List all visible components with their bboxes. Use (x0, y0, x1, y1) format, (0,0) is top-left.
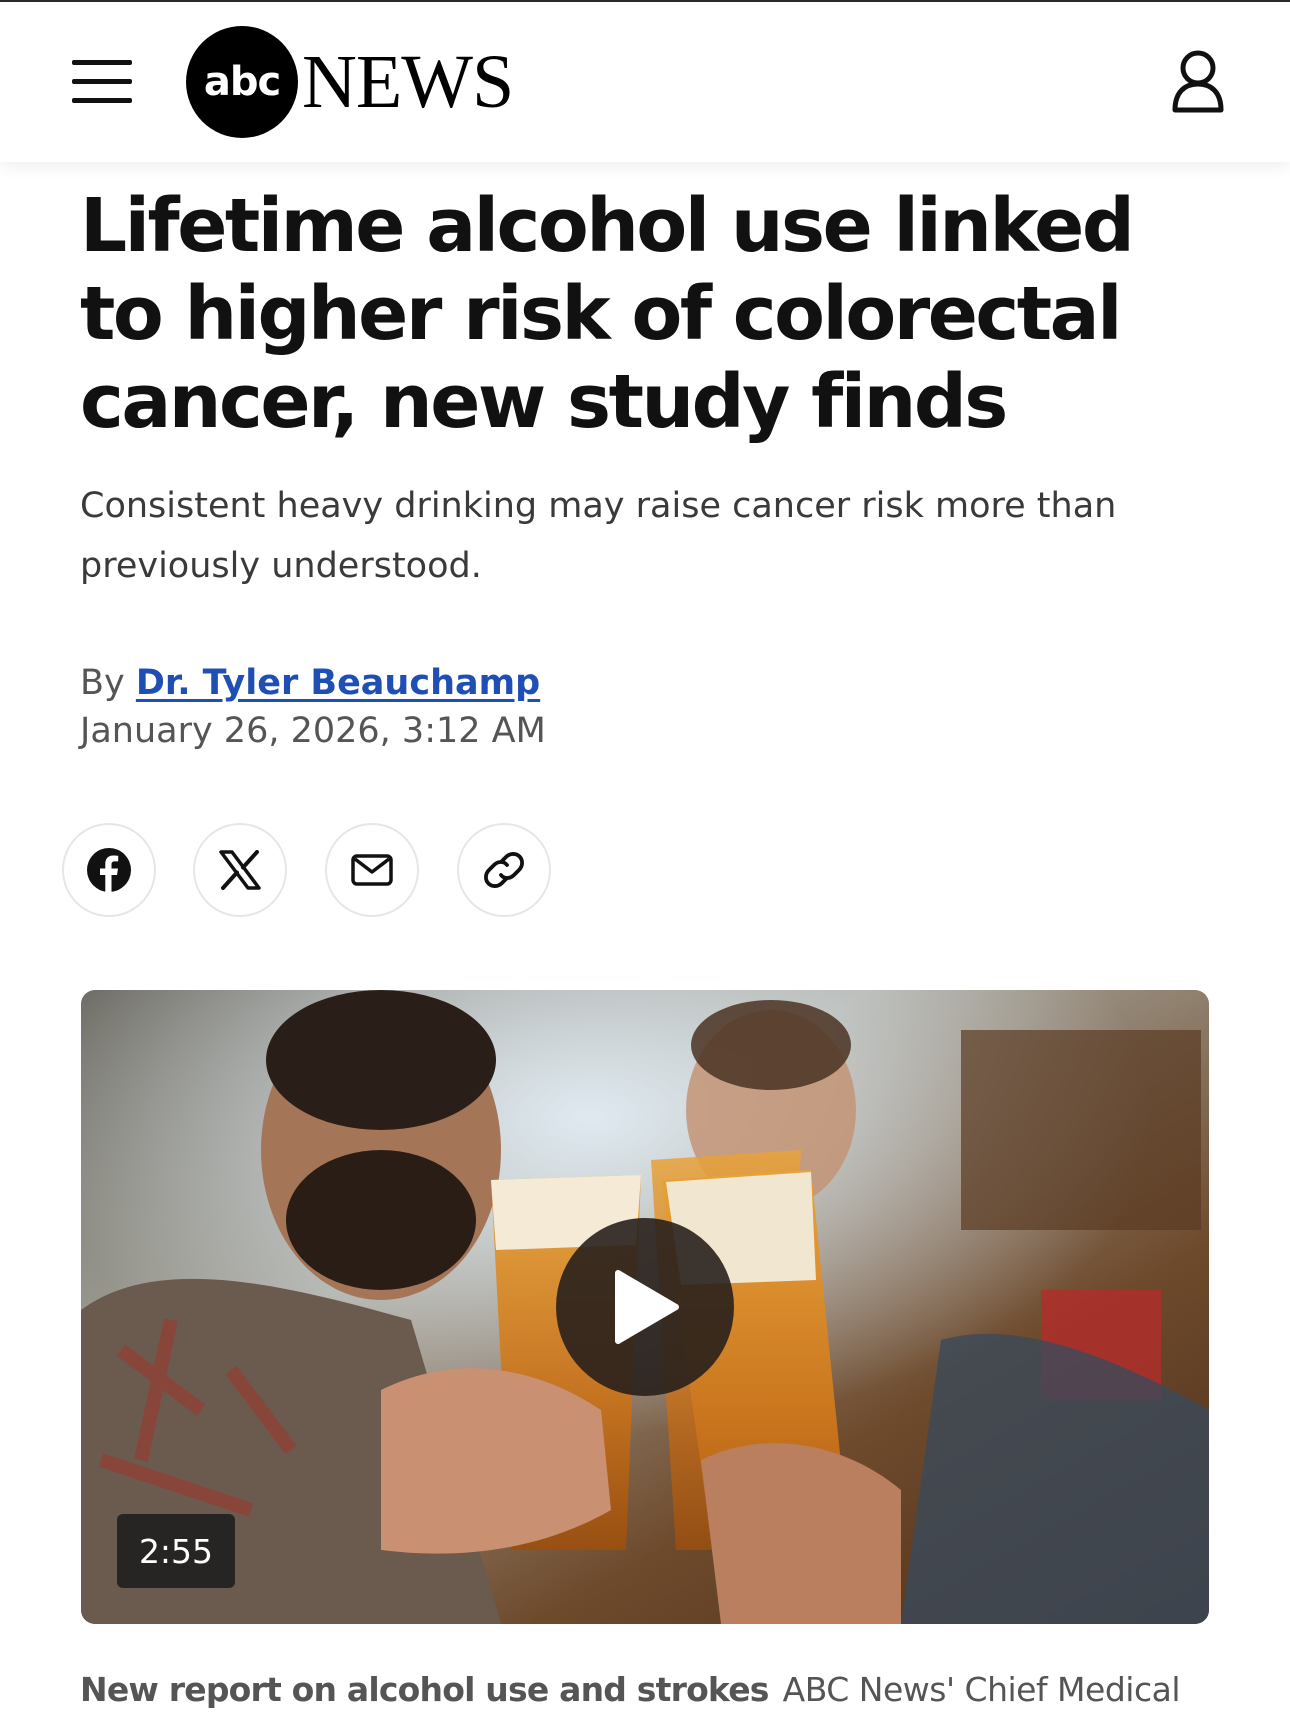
account-button[interactable] (1170, 48, 1226, 114)
logo-mark: abc (186, 26, 298, 138)
copy-link-button[interactable] (457, 823, 551, 917)
hamburger-menu-icon (72, 60, 132, 65)
abc-news-logo[interactable]: abc NEWS (186, 26, 514, 138)
caption-title: New report on alcohol use and strokes (80, 1670, 769, 1709)
byline-prefix: By (80, 663, 125, 703)
facebook-icon (87, 848, 131, 892)
author-link[interactable]: Dr. Tyler Beauchamp (136, 663, 540, 703)
email-icon (351, 854, 393, 886)
share-facebook-button[interactable] (62, 823, 156, 917)
share-email-button[interactable] (325, 823, 419, 917)
play-button[interactable] (556, 1218, 734, 1396)
play-icon (615, 1270, 679, 1344)
publish-timestamp: January 26, 2026, 3:12 AM (80, 711, 546, 751)
link-icon (484, 852, 524, 888)
site-header: abc NEWS (0, 2, 1290, 162)
video-player[interactable]: 2:55 (81, 990, 1209, 1624)
user-account-icon (1172, 50, 1224, 113)
menu-button[interactable] (72, 60, 132, 106)
video-caption: New report on alcohol use and strokes ABC… (80, 1665, 1280, 1715)
article-subheadline: Consistent heavy drinking may raise canc… (80, 486, 1117, 586)
video-duration: 2:55 (117, 1514, 235, 1588)
share-x-button[interactable] (193, 823, 287, 917)
article-headline: Lifetime alcohol use linked to higher ri… (80, 183, 1135, 445)
caption-text: ABC News' Chief Medical (782, 1670, 1181, 1709)
x-icon (219, 850, 261, 890)
byline: By Dr. Tyler Beauchamp (80, 660, 540, 706)
logo-wordmark: NEWS (302, 40, 514, 124)
